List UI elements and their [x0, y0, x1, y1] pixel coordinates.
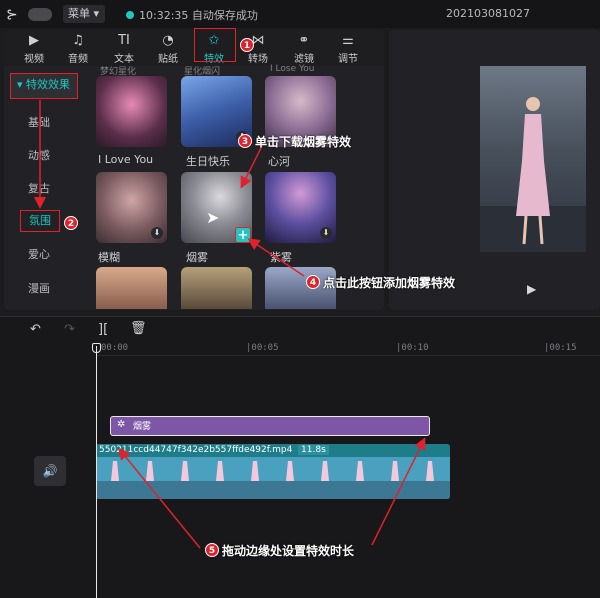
tab-label: 转场 [248, 54, 268, 65]
step-badge-2: 2 [64, 216, 78, 230]
category-love[interactable]: 爱心 [6, 244, 86, 266]
effect-clip-label: 烟雾 [133, 422, 152, 432]
step-badge-5: 5 [205, 543, 219, 557]
category-comic[interactable]: 漫画 [6, 278, 86, 300]
project-title: 202103081027 [446, 7, 530, 20]
effect-label: 心河 [268, 155, 290, 168]
playhead[interactable] [96, 346, 97, 598]
download-icon[interactable]: ⬇ [320, 227, 332, 239]
effect-thumb-blur[interactable]: ⬇ [96, 172, 167, 243]
step-badge-1: 1 [240, 38, 254, 52]
effect-thumb-purple-mist[interactable]: ⬇ [265, 172, 336, 243]
sticker-icon: ◔ [162, 33, 174, 48]
category-header-effects[interactable]: ▾ 特效效果 [10, 73, 78, 99]
effect-thumb[interactable] [96, 267, 167, 309]
step-note-5: 拖动边缘处设置特效时长 [222, 544, 355, 558]
effect-label: 生日快乐 [186, 155, 230, 168]
preview-video [480, 66, 586, 252]
tick-label: 00:00 [101, 343, 129, 353]
tab-adjust[interactable]: ⚌ 调节 [326, 30, 370, 66]
video-icon: ▶ [29, 33, 39, 48]
redo-icon[interactable]: ↷ [64, 322, 75, 337]
effect-clip[interactable]: ✲ 烟雾 [110, 416, 430, 436]
tab-sticker[interactable]: ◔ 贴纸 [146, 30, 190, 66]
tick-label: |00:10 [396, 343, 429, 353]
effect-label: I Love You [98, 153, 154, 166]
effects-tab-highlight [194, 28, 236, 62]
download-icon[interactable]: ⬇ [151, 227, 163, 239]
tick-label: |00:15 [544, 343, 577, 353]
tab-label: 贴纸 [158, 54, 178, 65]
step-note-4: 点击此按钮添加烟雾特效 [323, 276, 456, 290]
tab-filter[interactable]: ⚭ 滤镜 [282, 30, 326, 66]
tab-label: 视频 [24, 54, 44, 65]
menu-button[interactable]: 菜单 ▾ [63, 5, 105, 23]
video-filmstrip [96, 457, 450, 499]
video-clip-name: 550211ccd44747f342e2b557ffde492f.mp4 [99, 445, 293, 455]
category-atmosphere[interactable]: 氛围 [20, 210, 60, 232]
category-basic[interactable]: 基础 [6, 112, 86, 134]
effect-clip-icon: ✲ [117, 419, 126, 430]
effect-label: 烟雾 [186, 251, 208, 264]
effect-thumb-i-love-you[interactable] [96, 76, 167, 147]
text-icon: TI [118, 33, 130, 48]
delete-icon[interactable]: 🗑 [130, 321, 147, 336]
mouse-cursor-icon: ➤ [206, 208, 220, 227]
add-effect-button[interactable]: + [235, 227, 251, 243]
split-icon[interactable]: ][ [98, 322, 108, 337]
step-note-3: 单击下载烟雾特效 [255, 135, 352, 149]
save-status-text: 10:32:35 自动保存成功 [139, 9, 258, 22]
tab-text[interactable]: TI 文本 [102, 30, 146, 66]
tab-label: 调节 [338, 54, 358, 65]
video-clip-header: 550211ccd44747f342e2b557ffde492f.mp4 11.… [96, 444, 450, 457]
effect-label: 紫雾 [270, 251, 292, 264]
avatar[interactable] [28, 8, 52, 21]
time-ruler[interactable] [96, 340, 600, 356]
play-icon[interactable]: ▶ [527, 282, 536, 296]
tab-label: 音频 [68, 54, 88, 65]
tab-audio[interactable]: ♫ 音频 [56, 30, 100, 66]
video-clip[interactable]: 550211ccd44747f342e2b557ffde492f.mp4 11.… [96, 444, 450, 499]
save-status-icon [126, 11, 134, 19]
tick-label: |00:05 [246, 343, 279, 353]
video-clip-duration: 11.8s [298, 445, 329, 455]
effect-thumb[interactable] [181, 267, 252, 309]
audio-track-icon[interactable]: 🔊 [34, 456, 66, 486]
capcut-logo-icon: ⊱ [6, 7, 18, 23]
effect-label-scrolled: I Lose You [270, 64, 315, 74]
category-retro[interactable]: 复古 [6, 178, 86, 200]
category-dynamic[interactable]: 动感 [6, 145, 86, 167]
step-badge-4: 4 [306, 275, 320, 289]
tab-video[interactable]: ▶ 视频 [12, 30, 56, 66]
category-header-label: 特效效果 [26, 78, 71, 91]
effect-label: 模糊 [98, 251, 120, 264]
audio-icon: ♫ [72, 33, 84, 48]
filter-icon: ⚭ [298, 33, 310, 48]
adjust-icon: ⚌ [342, 33, 354, 48]
undo-icon[interactable]: ↶ [30, 322, 41, 337]
step-badge-3: 3 [238, 134, 252, 148]
